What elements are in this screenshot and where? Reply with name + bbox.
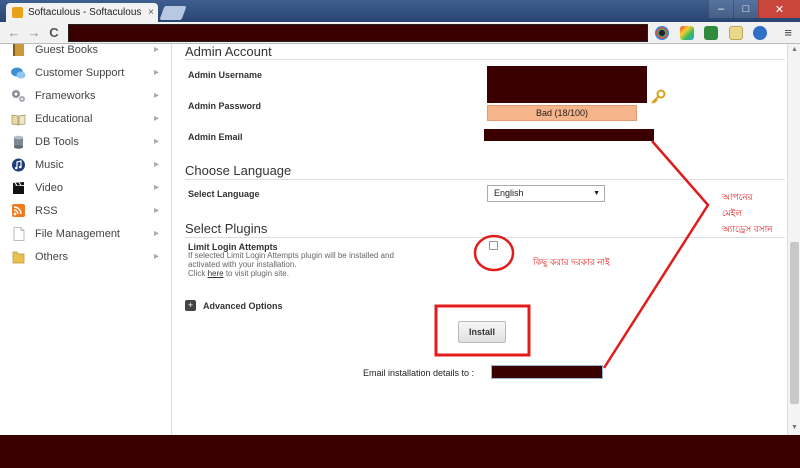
chevron-right-icon: ▸ [154, 228, 160, 239]
window-controls: – □ ✕ [708, 0, 800, 18]
page-scrollbar[interactable]: ▲ ▼ [787, 44, 800, 435]
book-icon [13, 43, 24, 56]
admin-username-input-redacted[interactable] [487, 66, 647, 103]
sidebar-item-db-tools[interactable]: DB Tools ▸ [0, 130, 172, 153]
gears-icon [12, 89, 25, 102]
chevron-right-icon: ▸ [154, 251, 160, 262]
admin-email-label: Admin Email [188, 132, 243, 142]
clapperboard-icon [13, 181, 24, 194]
language-selected-value: English [494, 188, 524, 198]
plugin-site-link[interactable]: here [208, 269, 224, 278]
plugin-desc-link-line: Click here to visit plugin site. [188, 269, 458, 278]
chat-bubbles-icon [11, 67, 26, 78]
email-installation-label: Email installation details to : [363, 368, 475, 378]
extension-colorwheel-icon[interactable] [655, 26, 669, 40]
annotation-text-line: মেইল [722, 208, 743, 218]
category-sidebar: Guest Books ▸ Customer Support ▸ Framewo… [0, 43, 172, 435]
plugin-desc-click: Click [188, 269, 206, 278]
sidebar-item-label: Video [35, 181, 63, 194]
plugin-description: If selected Limit Login Attempts plugin … [188, 251, 458, 278]
chevron-right-icon: ▸ [154, 44, 160, 55]
chevron-right-icon: ▸ [154, 113, 160, 124]
sidebar-item-label: Music [35, 158, 64, 171]
minimize-button[interactable]: – [708, 0, 733, 18]
maximize-button[interactable]: □ [733, 0, 758, 18]
sidebar-item-frameworks[interactable]: Frameworks ▸ [0, 84, 172, 107]
install-form: Admin Account Admin Username Admin Passw… [173, 44, 787, 435]
dropdown-arrow-icon: ▼ [593, 190, 600, 197]
admin-email-input-redacted[interactable] [484, 129, 654, 141]
key-icon[interactable] [650, 89, 666, 105]
annotation-text-line: আপনের [722, 192, 753, 202]
chevron-right-icon: ▸ [154, 182, 160, 193]
folder-icon [12, 251, 25, 263]
close-window-button[interactable]: ✕ [758, 0, 800, 18]
admin-username-label: Admin Username [188, 70, 263, 80]
chevron-right-icon: ▸ [154, 136, 160, 147]
plus-icon: + [185, 300, 196, 311]
music-note-icon [12, 158, 25, 171]
password-strength-meter: Bad (18/100) [487, 105, 637, 121]
sidebar-item-video[interactable]: Video ▸ [0, 176, 172, 199]
admin-account-heading: Admin Account [185, 44, 272, 59]
plugin-desc-line: If selected Limit Login Attempts plugin … [188, 251, 394, 260]
rss-icon [12, 203, 25, 217]
sidebar-item-label: Frameworks [35, 89, 96, 102]
browser-tab[interactable]: Softaculous - Softaculous × [6, 3, 158, 22]
extension-notes-icon[interactable] [729, 26, 743, 40]
plugin-desc-line: activated with your installation. [188, 260, 297, 269]
section-divider [185, 59, 785, 60]
bottom-bar-redacted [0, 435, 800, 468]
sidebar-item-label: File Management [35, 227, 120, 240]
sidebar-item-educational[interactable]: Educational ▸ [0, 107, 172, 130]
sidebar-item-label: Guest Books [35, 43, 98, 56]
email-installation-input-redacted[interactable] [491, 365, 603, 379]
browser-tab-bar: Softaculous - Softaculous × – □ ✕ [0, 0, 800, 22]
sidebar-item-label: Others [35, 250, 69, 263]
language-select[interactable]: English ▼ [487, 185, 605, 202]
scroll-up-icon[interactable]: ▲ [790, 46, 799, 53]
tab-title: Softaculous - Softaculous [28, 7, 142, 18]
sidebar-item-label: RSS [35, 204, 58, 217]
sidebar-item-guest-books[interactable]: Guest Books ▸ [0, 38, 172, 61]
sidebar-item-file-management[interactable]: File Management ▸ [0, 222, 172, 245]
install-button[interactable]: Install [458, 321, 506, 343]
select-plugins-heading: Select Plugins [185, 221, 268, 236]
browser-menu-icon[interactable]: ≡ [784, 25, 792, 40]
section-divider [185, 237, 785, 238]
limit-login-attempts-checkbox[interactable] [489, 241, 498, 250]
tab-close-icon[interactable]: × [144, 7, 158, 18]
sidebar-item-music[interactable]: Music ▸ [0, 153, 172, 176]
sidebar-item-rss[interactable]: RSS ▸ [0, 199, 172, 222]
chevron-right-icon: ▸ [154, 159, 160, 170]
sidebar-item-others[interactable]: Others ▸ [0, 245, 172, 268]
advanced-options-toggle[interactable]: + Advanced Options [185, 300, 283, 311]
sidebar-item-label: Customer Support [35, 66, 125, 79]
file-icon [13, 226, 25, 241]
advanced-options-label: Advanced Options [203, 300, 283, 311]
chevron-right-icon: ▸ [154, 90, 160, 101]
extension-palette-icon[interactable] [680, 26, 694, 40]
database-icon [14, 135, 23, 149]
annotation-text-line: অ্যাড্রেস বসান [722, 224, 773, 234]
open-book-icon [11, 114, 26, 125]
sidebar-item-label: DB Tools [35, 135, 79, 148]
choose-language-heading: Choose Language [185, 163, 292, 178]
admin-password-label: Admin Password [188, 101, 262, 111]
scrollbar-thumb[interactable] [790, 242, 799, 404]
extension-evernote-icon[interactable] [704, 26, 718, 40]
screen: Softaculous - Softaculous × – □ ✕ ← → C … [0, 0, 800, 468]
chevron-right-icon: ▸ [154, 205, 160, 216]
sidebar-item-customer-support[interactable]: Customer Support ▸ [0, 61, 172, 84]
extension-blue-icon[interactable] [753, 26, 767, 40]
scroll-down-icon[interactable]: ▼ [790, 424, 799, 431]
new-tab-button[interactable] [159, 6, 187, 20]
sidebar-item-label: Educational [35, 112, 93, 125]
section-divider [185, 179, 785, 180]
chevron-right-icon: ▸ [154, 67, 160, 78]
select-language-label: Select Language [188, 189, 260, 199]
plugin-desc-rest: to visit plugin site. [225, 269, 289, 278]
softaculous-favicon-icon [12, 7, 23, 18]
annotation-plugin-note: কিছু করার দরকার নাই [533, 257, 610, 267]
